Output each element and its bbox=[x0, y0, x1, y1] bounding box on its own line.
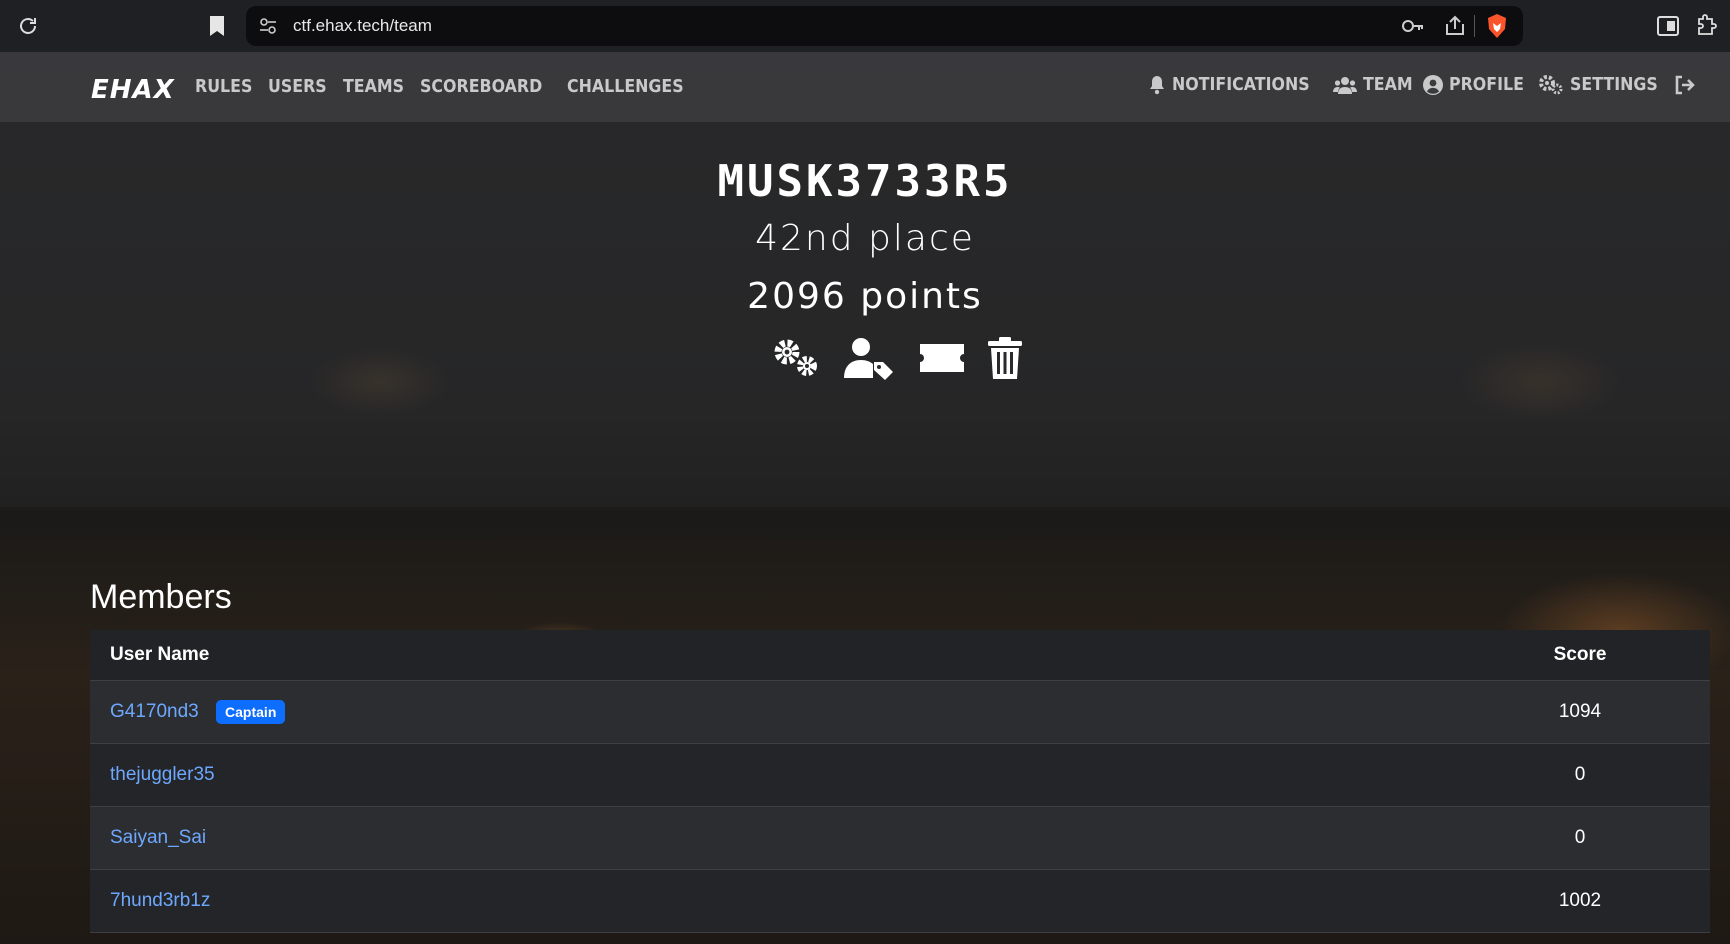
user-cell: 7hund3rb1z bbox=[90, 869, 1450, 933]
cogs-icon bbox=[1539, 74, 1563, 94]
sign-out-icon bbox=[1675, 75, 1695, 94]
table-row: G4170nd3 Captain 1094 bbox=[90, 680, 1710, 744]
nav-right: NOTIFICATIONS TEAM PROFILE SETTINGS bbox=[1130, 74, 1702, 95]
user-cell: G4170nd3 Captain bbox=[90, 680, 1450, 744]
nav-users[interactable]: USERS bbox=[268, 76, 327, 97]
nav-scoreboard[interactable]: SCOREBOARD bbox=[420, 76, 542, 97]
nav-links: RULES USERS TEAMS SCOREBOARD CHALLENGES bbox=[195, 76, 688, 97]
members-table: User Name Score G4170nd3 Captain 1094 th… bbox=[90, 630, 1710, 933]
page: EHAX RULES USERS TEAMS SCOREBOARD CHALLE… bbox=[0, 52, 1730, 944]
team-points: 2096 points bbox=[747, 276, 983, 317]
site-settings-icon[interactable] bbox=[258, 16, 278, 36]
score-cell: 1002 bbox=[1450, 869, 1710, 933]
browser-toolbar: ctf.ehax.tech/team bbox=[0, 0, 1730, 52]
table-header-row: User Name Score bbox=[90, 630, 1710, 681]
user-link[interactable]: G4170nd3 bbox=[110, 701, 199, 722]
nav-profile-label: PROFILE bbox=[1449, 74, 1525, 95]
nav-notifications[interactable]: NOTIFICATIONS bbox=[1148, 74, 1314, 95]
user-circle-icon bbox=[1423, 74, 1444, 95]
sidebar-icon[interactable] bbox=[1657, 16, 1679, 36]
nav-settings[interactable]: SETTINGS bbox=[1538, 74, 1659, 95]
extensions-icon[interactable] bbox=[1694, 14, 1718, 38]
nav-teams[interactable]: TEAMS bbox=[343, 76, 404, 97]
reload-icon[interactable] bbox=[16, 14, 40, 38]
team-name: MUSK3733R5 bbox=[717, 156, 1013, 207]
captain-badge: Captain bbox=[216, 700, 286, 724]
address-bar[interactable]: ctf.ehax.tech/team bbox=[246, 6, 1523, 46]
share-icon[interactable] bbox=[1443, 14, 1467, 38]
score-cell: 0 bbox=[1450, 743, 1710, 807]
score-cell: 0 bbox=[1450, 806, 1710, 870]
user-link[interactable]: Saiyan_Sai bbox=[110, 827, 206, 848]
bookmark-icon[interactable] bbox=[206, 14, 228, 38]
navbar: EHAX RULES USERS TEAMS SCOREBOARD CHALLE… bbox=[0, 52, 1730, 122]
team-header: MUSK3733R5 42nd place 2096 points bbox=[0, 122, 1730, 507]
user-link[interactable]: thejuggler35 bbox=[110, 764, 215, 785]
nav-team[interactable]: TEAM bbox=[1332, 74, 1412, 95]
user-link[interactable]: 7hund3rb1z bbox=[110, 890, 210, 911]
ticket-icon[interactable] bbox=[918, 336, 966, 380]
user-tag-icon[interactable] bbox=[844, 336, 896, 380]
column-score: Score bbox=[1450, 630, 1710, 681]
team-actions bbox=[770, 336, 1022, 380]
nav-profile[interactable]: PROFILE bbox=[1423, 74, 1524, 95]
url-text[interactable]: ctf.ehax.tech/team bbox=[293, 16, 432, 36]
bell-icon bbox=[1150, 75, 1165, 94]
key-icon[interactable] bbox=[1401, 15, 1425, 37]
site-logo[interactable]: EHAX bbox=[91, 75, 175, 105]
members-heading: Members bbox=[90, 578, 232, 616]
table-row: 7hund3rb1z 1002 bbox=[90, 869, 1710, 933]
score-cell: 1094 bbox=[1450, 680, 1710, 744]
nav-notifications-label: NOTIFICATIONS bbox=[1172, 74, 1310, 95]
table-row: thejuggler35 0 bbox=[90, 743, 1710, 807]
gears-icon[interactable] bbox=[770, 336, 822, 380]
users-icon bbox=[1332, 76, 1357, 94]
team-place: 42nd place bbox=[755, 218, 975, 259]
divider bbox=[1474, 15, 1475, 37]
nav-rules[interactable]: RULES bbox=[195, 76, 252, 97]
logout-button[interactable] bbox=[1674, 75, 1702, 95]
brave-shield-icon[interactable] bbox=[1486, 13, 1508, 39]
user-cell: thejuggler35 bbox=[90, 743, 1450, 807]
nav-settings-label: SETTINGS bbox=[1570, 74, 1659, 95]
column-user-name: User Name bbox=[90, 630, 1450, 681]
nav-team-label: TEAM bbox=[1362, 74, 1413, 95]
user-cell: Saiyan_Sai bbox=[90, 806, 1450, 870]
table-row: Saiyan_Sai 0 bbox=[90, 806, 1710, 870]
trash-icon[interactable] bbox=[988, 336, 1022, 380]
nav-challenges[interactable]: CHALLENGES bbox=[567, 76, 684, 97]
